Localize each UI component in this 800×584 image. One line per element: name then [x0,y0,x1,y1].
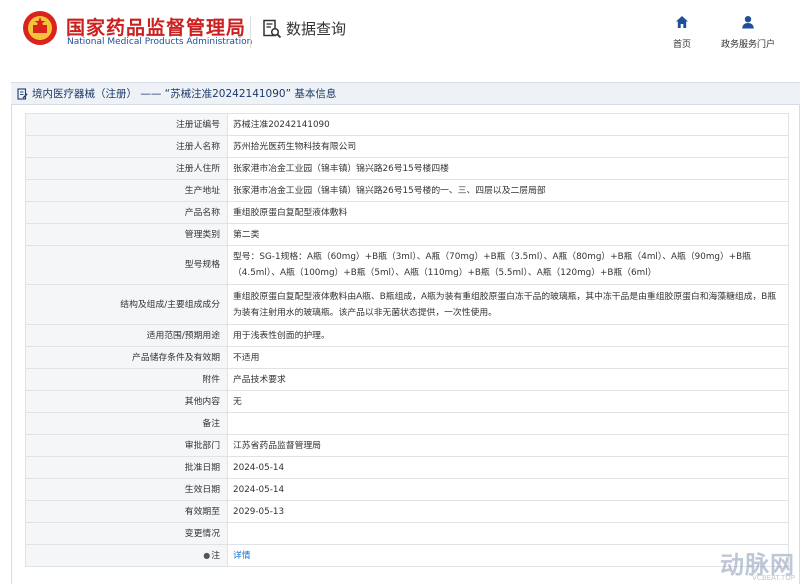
field-value: 江苏省药品监督管理局 [227,434,789,457]
field-value [227,412,789,435]
field-label: 注册人住所 [25,157,228,180]
watermark-sub: VCBEAT.TOP [752,574,795,582]
table-row: 产品名称 重组胶原蛋白复配型液体敷料 [25,201,789,224]
field-label: 结构及组成/主要组成成分 [25,284,228,325]
watermark: 动脉网 VCBEAT.TOP [720,545,795,582]
field-value: 不适用 [227,346,789,369]
pin-icon: ● [203,550,211,560]
field-label: 变更情况 [25,522,228,545]
field-label: 适用范围/预期用途 [25,324,228,347]
table-row: 生产地址 张家港市冶金工业园（锦丰镇）锦兴路26号15号楼的一、三、四层以及二层局… [25,179,789,202]
nav-service-portal[interactable]: 政务服务门户 [716,14,780,50]
table-row: 产品储存条件及有效期 不适用 [25,346,789,369]
table-row: 生效日期 2024-05-14 [25,478,789,501]
field-value: 2024-05-14 [227,456,789,479]
field-value: 张家港市冶金工业园（锦丰镇）锦兴路26号15号楼四楼 [227,157,789,180]
table-row: 其他内容无 [25,390,789,413]
details-link[interactable]: 详情 [233,551,251,561]
table-row: 有效期至 2029-05-13 [25,500,789,523]
note-label: 注 [211,550,220,561]
document-edit-icon [17,87,28,100]
field-label: 生效日期 [25,478,228,501]
field-label: 管理类别 [25,223,228,246]
table-row: 型号规格 型号：SG-1规格：A瓶（60mg）+B瓶（3ml）、A瓶（70mg）+… [25,245,789,285]
table-row-note: ●注 详情 [25,544,789,567]
nav-home[interactable]: 首页 [650,14,714,50]
table-row: 管理类别 第二类 [25,223,789,246]
field-value: 无 [227,390,789,413]
field-label: 附件 [25,368,228,391]
table-row: 结构及组成/主要组成成分 重组胶原蛋白复配型液体敷料由A瓶、B瓶组成，A瓶为装有重… [25,284,789,325]
field-label: 生产地址 [25,179,228,202]
table-row: 审批部门 江苏省药品监督管理局 [25,434,789,457]
field-label: 其他内容 [25,390,228,413]
field-label: 审批部门 [25,434,228,457]
field-label: 产品名称 [25,201,228,224]
note-value-cell: 详情 [227,544,789,567]
data-query-title: 数据查询 [262,18,346,39]
org-name-en: National Medical Products Administration [67,37,253,47]
field-label: 批准日期 [25,456,228,479]
field-label: 注册人名称 [25,135,228,158]
data-query-label: 数据查询 [286,20,347,38]
field-label: 备注 [25,412,228,435]
user-icon [742,16,754,29]
field-value: 用于浅表性创面的护理。 [227,324,789,347]
field-value: 2024-05-14 [227,478,789,501]
detail-panel: 注册证编号 苏械注准20242141090 注册人名称 苏州拾光医药生物科技有限公司注… [11,105,800,584]
field-value: 苏械注准20242141090 [227,113,789,136]
field-label: 有效期至 [25,500,228,523]
table-row: 注册人住所 张家港市冶金工业园（锦丰镇）锦兴路26号15号楼四楼 [25,157,789,180]
national-emblem-icon [23,11,57,45]
field-label: 注册证编号 [25,113,228,136]
org-name-cn[interactable]: 国家药品监督管理局 [66,13,246,40]
field-value: 第二类 [227,223,789,246]
field-label: 产品储存条件及有效期 [25,346,228,369]
field-value: 重组胶原蛋白复配型液体敷料由A瓶、B瓶组成，A瓶为装有重组胶原蛋白冻干品的玻璃瓶… [227,284,789,325]
site-header: 国家药品监督管理局 National Medical Products Admi… [0,0,800,68]
table-row: 附件 产品技术要求 [25,368,789,391]
field-value: 型号：SG-1规格：A瓶（60mg）+B瓶（3ml）、A瓶（70mg）+B瓶（3… [227,245,789,285]
table-row: 变更情况 [25,522,789,545]
field-value [227,522,789,545]
nav-portal-label: 政务服务门户 [720,40,775,50]
home-icon [676,16,688,28]
table-row: 备注 [25,412,789,435]
document-search-icon [263,19,282,38]
field-value: 苏州拾光医药生物科技有限公司 [227,135,789,158]
nav-home-label: 首页 [672,40,691,50]
table-row: 适用范围/预期用途 用于浅表性创面的护理。 [25,324,789,347]
breadcrumb: 境内医疗器械（注册） —— “苏械注准20242141090” 基本信息 [11,82,800,105]
field-label: 型号规格 [25,245,228,285]
field-value: 产品技术要求 [227,368,789,391]
field-value: 张家港市冶金工业园（锦丰镇）锦兴路26号15号楼的一、三、四层以及二层局部 [227,179,789,202]
table-row: 注册人名称 苏州拾光医药生物科技有限公司 [25,135,789,158]
breadcrumb-text: 境内医疗器械（注册） —— “苏械注准20242141090” 基本信息 [32,88,337,100]
note-label-cell: ●注 [25,544,228,567]
table-row: 批准日期 2024-05-14 [25,456,789,479]
detail-table: 注册证编号 苏械注准20242141090 注册人名称 苏州拾光医药生物科技有限公司注… [25,113,789,567]
field-value: 重组胶原蛋白复配型液体敷料 [227,201,789,224]
table-row: 注册证编号 苏械注准20242141090 [25,113,789,136]
field-value: 2029-05-13 [227,500,789,523]
header-divider [250,16,251,48]
